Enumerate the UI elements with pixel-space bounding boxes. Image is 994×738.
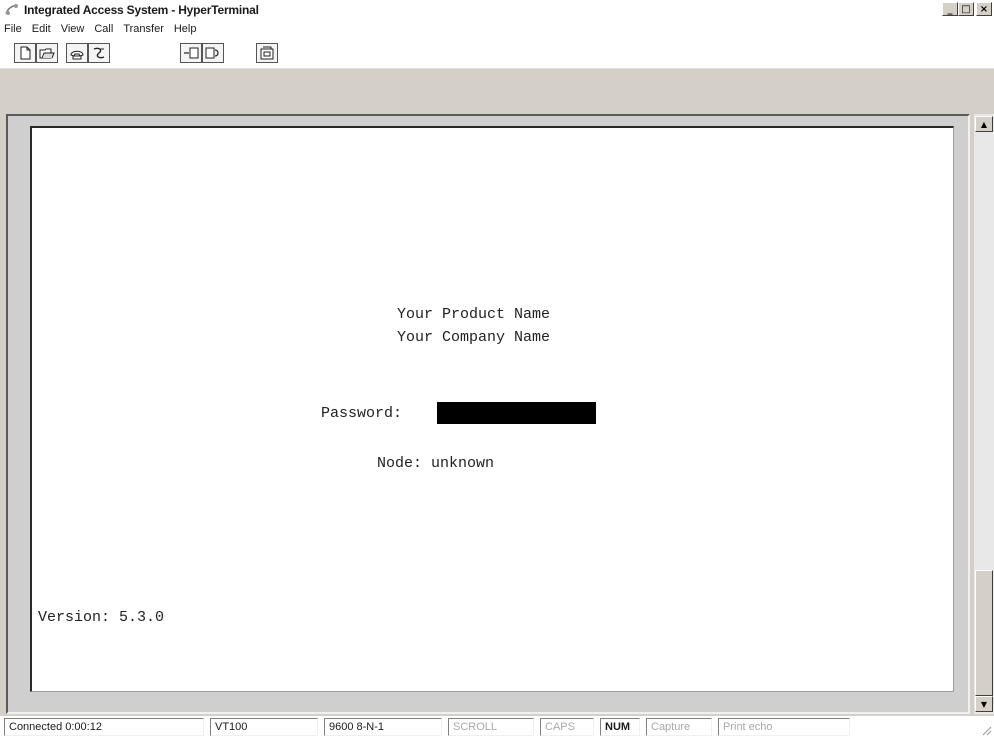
new-connection-button[interactable] [14,43,36,63]
version-text: Version: 5.3.0 [38,609,165,626]
status-port-settings: 9600 8-N-1 [324,718,442,736]
menu-help[interactable]: Help [174,23,197,35]
arrow-up-icon: ▲ [980,119,988,129]
window-title: Integrated Access System - HyperTerminal [24,3,259,17]
new-document-icon [20,46,31,60]
node-text: Node: unknown [377,455,495,472]
toolbar [0,38,994,69]
receive-button[interactable] [202,43,224,63]
properties-icon [260,46,274,60]
scroll-thumb[interactable] [975,570,993,696]
minimize-button[interactable]: _ [942,2,958,16]
open-button[interactable] [36,43,58,63]
menu-edit[interactable]: Edit [32,23,51,35]
status-scroll: SCROLL [448,718,534,736]
product-name-text: Your Product Name [397,306,551,323]
title-bar[interactable]: Integrated Access System - HyperTerminal… [0,0,994,20]
disconnect-icon [93,47,105,59]
arrow-down-icon: ▼ [980,699,988,709]
menu-transfer[interactable]: Transfer [123,23,164,35]
company-name-text: Your Company Name [397,329,551,346]
resize-grip-icon[interactable] [980,724,992,736]
menu-call[interactable]: Call [94,23,113,35]
receive-file-icon [205,47,219,59]
hyperterminal-app-icon [5,4,18,15]
vertical-scrollbar[interactable]: ▲ ▼ [974,114,994,714]
send-button[interactable] [180,43,202,63]
password-input[interactable] [437,402,596,424]
status-caps: CAPS [540,718,594,736]
status-capture: Capture [646,718,712,736]
password-label: Password: [321,405,403,422]
menu-bar: File Edit View Call Transfer Help [0,20,994,38]
scroll-down-button[interactable]: ▼ [975,696,993,712]
open-folder-icon [39,48,55,59]
scroll-up-button[interactable]: ▲ [975,116,993,132]
connect-phone-icon [70,50,84,60]
status-bar: Connected 0:00:12 VT100 9600 8-N-1 SCROL… [0,716,994,738]
status-print-echo: Print echo [718,718,850,736]
status-connected: Connected 0:00:12 [4,718,204,736]
hyperterminal-window: Integrated Access System - HyperTerminal… [0,0,994,738]
send-file-icon [184,47,199,59]
window-controls: _ □ × [942,2,992,16]
menu-view[interactable]: View [61,23,85,35]
menu-file[interactable]: File [4,23,22,35]
disconnect-button[interactable] [88,43,110,63]
close-button[interactable]: × [976,2,992,16]
properties-button[interactable] [256,43,278,63]
status-emulation: VT100 [210,718,318,736]
maximize-button[interactable]: □ [958,2,974,16]
status-num: NUM [600,718,640,736]
connect-button[interactable] [66,43,88,63]
